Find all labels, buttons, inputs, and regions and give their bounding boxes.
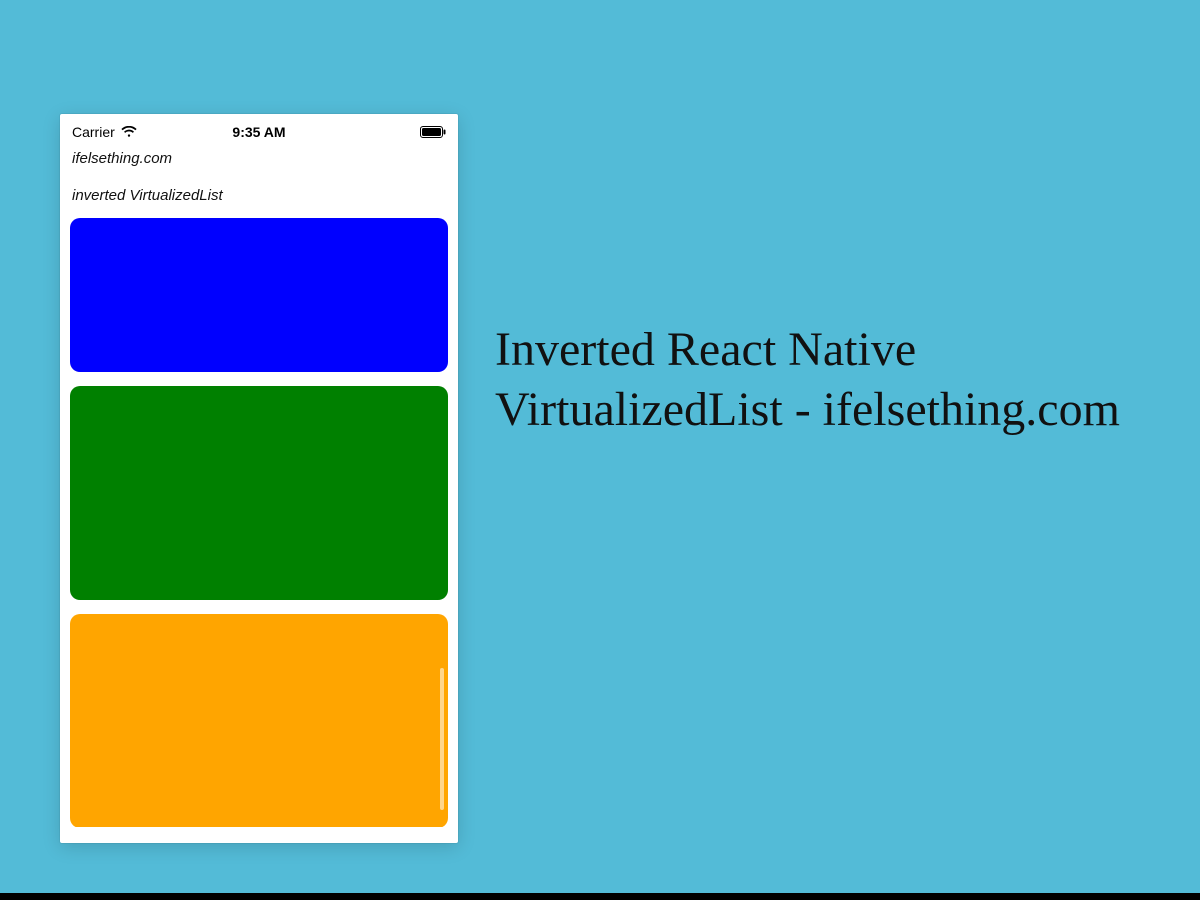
slide-canvas: Carrier 9:35 AM ifelsething.com [0, 0, 1200, 893]
status-bar: Carrier 9:35 AM [60, 114, 458, 144]
scroll-indicator [440, 668, 444, 810]
status-bar-left: Carrier [72, 124, 137, 140]
app-subtitle: inverted VirtualizedList [60, 169, 458, 218]
list-item[interactable] [70, 386, 448, 600]
list-item[interactable] [70, 614, 448, 827]
wifi-icon [121, 126, 137, 138]
status-bar-right [420, 126, 446, 138]
app-site-label: ifelsething.com [60, 144, 458, 169]
phone-mockup: Carrier 9:35 AM ifelsething.com [60, 114, 458, 843]
slide-headline: Inverted React Native VirtualizedList - … [495, 320, 1160, 440]
list-item[interactable] [70, 218, 448, 372]
battery-icon [420, 126, 446, 138]
carrier-label: Carrier [72, 124, 115, 140]
virtualized-list[interactable] [60, 218, 458, 827]
